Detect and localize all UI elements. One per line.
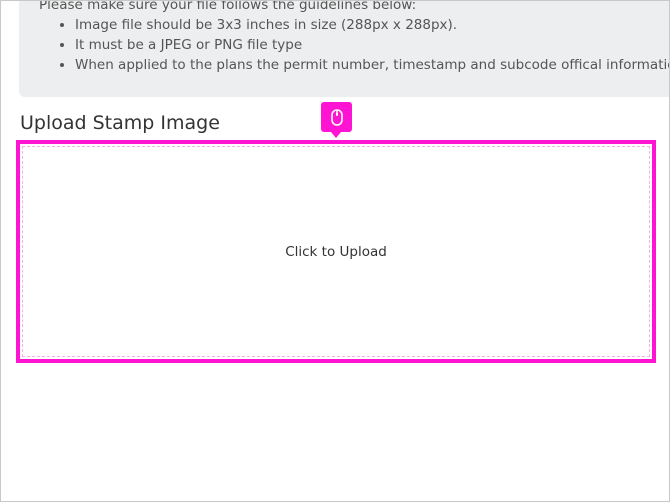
guideline-item: When applied to the plans the permit num…: [75, 55, 669, 75]
click-marker: [321, 102, 352, 138]
guidelines-intro: Please make sure your file follows the g…: [39, 0, 417, 13]
upload-dropzone-label: Click to Upload: [285, 243, 387, 260]
mouse-icon: [330, 108, 343, 126]
page: Please make sure your file follows the g…: [0, 0, 670, 502]
upload-dropzone[interactable]: Click to Upload: [16, 140, 656, 363]
upload-dropzone-inner[interactable]: Click to Upload: [22, 146, 650, 357]
guideline-item: Image file should be 3x3 inches in size …: [75, 15, 669, 35]
guidelines-panel: Please make sure your file follows the g…: [19, 0, 669, 97]
upload-stamp-title: Upload Stamp Image: [20, 112, 220, 134]
guidelines-list: Image file should be 3x3 inches in size …: [39, 15, 669, 75]
guideline-item: It must be a JPEG or PNG file type: [75, 35, 669, 55]
